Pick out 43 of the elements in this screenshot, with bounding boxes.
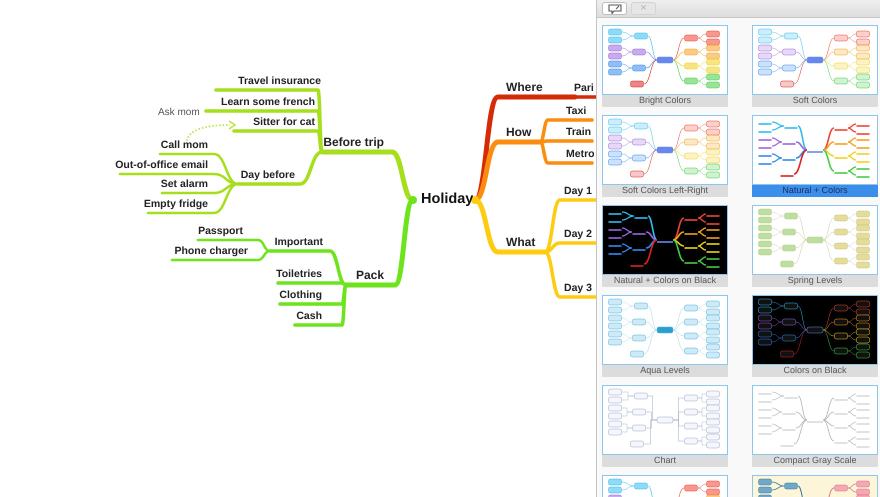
topic-label: Clothing	[279, 289, 322, 301]
dotted-arrow	[186, 120, 236, 142]
topic-label: Pari	[574, 82, 594, 94]
theme-option[interactable]: Natural + Colors	[752, 115, 878, 197]
topic-label: Taxi	[566, 105, 586, 117]
topic-label: Toiletries	[276, 268, 322, 280]
topic-label: Passport	[198, 225, 243, 237]
topic-label: Set alarm	[160, 178, 208, 190]
topic-label: Day 2	[564, 228, 592, 240]
topic-label: Out-of-office email	[115, 159, 208, 171]
topic-label: Train	[566, 126, 592, 138]
junction-dot	[409, 196, 417, 204]
topic-label: Day 1	[564, 185, 592, 197]
theme-option[interactable]: Bright Colors	[602, 25, 728, 107]
theme-option[interactable]: Soft Colors	[752, 25, 878, 107]
topic-label: Day 3	[564, 282, 592, 294]
topic-label: Pack	[356, 268, 384, 282]
theme-option[interactable]: Chart	[602, 385, 728, 467]
topic-label: Empty fridge	[144, 198, 208, 210]
topic-label: Travel insurance	[238, 75, 321, 87]
edit-theme-button[interactable]	[602, 2, 627, 15]
topic-label: Metro	[566, 148, 595, 160]
topic-label: What	[506, 235, 536, 249]
topic-label: How	[506, 125, 532, 139]
theme-option[interactable]: Aqua Levels	[602, 295, 728, 377]
callout-note: Ask mom	[158, 107, 200, 119]
topic-label: Where	[506, 80, 543, 94]
topic-label: Important	[274, 236, 323, 248]
theme-option[interactable]: Spring Levels	[752, 205, 878, 287]
theme-option[interactable]: Compact Gray Scale	[752, 385, 878, 467]
topic-label: Sitter for cat	[253, 116, 315, 128]
theme-option[interactable]: Natural + Colors on Black	[602, 205, 728, 287]
topic-label: Before trip	[323, 135, 384, 149]
topic-label: Phone charger	[174, 245, 248, 257]
topic-label: Call mom	[160, 139, 208, 151]
theme-option[interactable]: Colors on Black	[752, 295, 878, 377]
comment-icon	[608, 4, 622, 14]
topic-label: Day before	[240, 169, 295, 181]
topic-label: Learn some french	[221, 96, 315, 108]
theme-option[interactable]: Soft Colors Left-Right	[602, 115, 728, 197]
junction-dot	[471, 196, 479, 204]
central-topic: Holiday	[421, 191, 474, 208]
topic-label: Cash	[296, 310, 322, 322]
